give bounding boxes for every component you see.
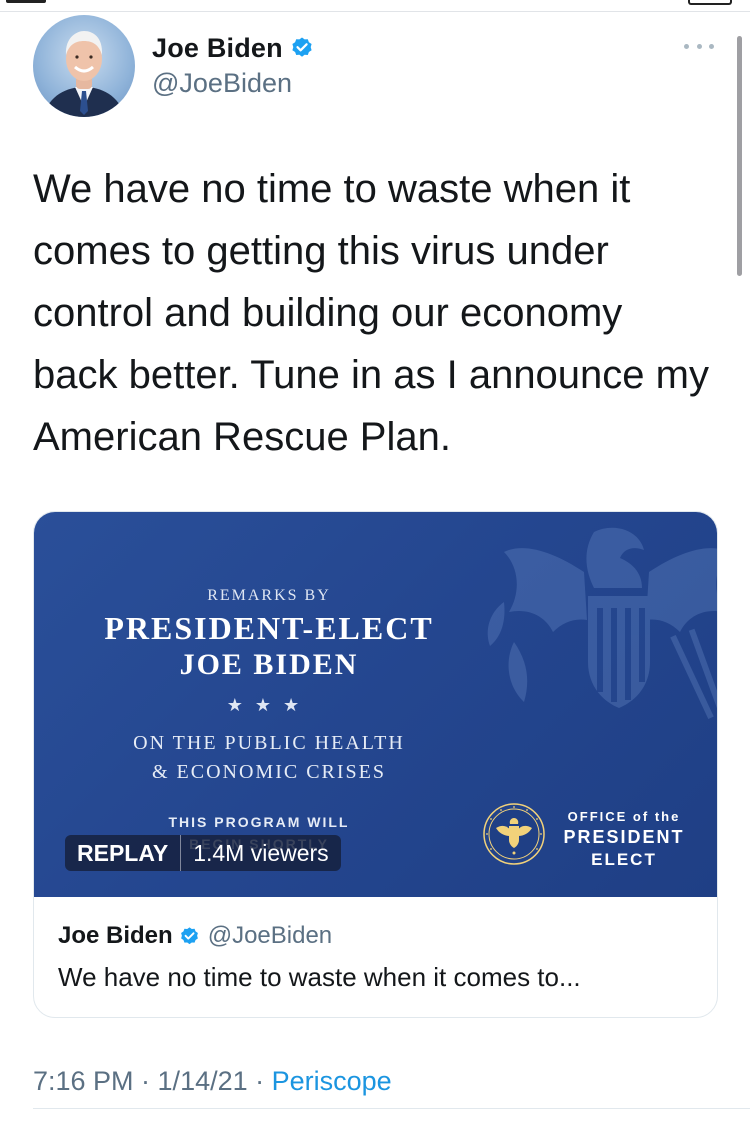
tweet-text: We have no time to waste when it comes t… [33,167,709,459]
tweet-timestamp[interactable]: 7:16 PM · 1/14/21 · [33,1066,272,1096]
tweet-source-link[interactable]: Periscope [272,1066,392,1096]
battery-icon [688,0,732,5]
broadcast-subtitle-line1: ON THE PUBLIC HEALTH [133,732,405,754]
author-name-row[interactable]: Joe Biden [152,30,314,66]
viewer-count: 1.4M viewers [193,839,329,866]
presidential-seal-icon [483,803,545,865]
tweet-meta: 7:16 PM · 1/14/21 · Periscope [33,1066,392,1097]
periscope-card[interactable]: REMARKS BY PRESIDENT-ELECT JOE BIDEN ★★★… [33,511,718,1018]
broadcast-subtitle-line2: & ECONOMIC CRISES [151,761,387,783]
scroll-indicator[interactable] [737,36,742,276]
broadcast-title-line1: PRESIDENT-ELECT [104,610,434,646]
more-horizontal-icon[interactable] [684,40,714,52]
avatar[interactable] [33,15,135,117]
replay-label: REPLAY [65,835,182,871]
status-bar-left-fragment [6,0,46,3]
stars-decoration: ★★★ [226,695,312,715]
remarks-by-label: REMARKS BY [207,587,331,604]
elect-label: ELECT [591,850,657,869]
president-label: PRESIDENT [563,827,685,847]
verified-badge-icon [180,926,198,944]
verified-badge-icon [292,37,312,57]
quote-author-name: Joe Biden [58,922,173,949]
author-handle[interactable]: @JoeBiden [152,68,292,99]
avatar-portrait [43,31,125,117]
status-bar [0,0,750,12]
office-label: OFFICE of the [567,809,681,824]
program-notice-line1: THIS PROGRAM WILL [168,814,350,830]
divider [33,1108,750,1109]
author-display-name[interactable]: Joe Biden [152,33,283,64]
eagle-watermark-icon [487,527,717,720]
replay-badge[interactable]: REPLAY 1.4M viewers [65,835,341,871]
broadcast-preview[interactable]: REMARKS BY PRESIDENT-ELECT JOE BIDEN ★★★… [34,512,717,897]
quote-text: We have no time to waste when it comes t… [58,962,581,992]
quote-author-handle: @JoeBiden [207,922,333,949]
quote-author-row[interactable]: Joe Biden @JoeBiden [58,922,332,950]
broadcast-title-line2: JOE BIDEN [179,648,359,681]
